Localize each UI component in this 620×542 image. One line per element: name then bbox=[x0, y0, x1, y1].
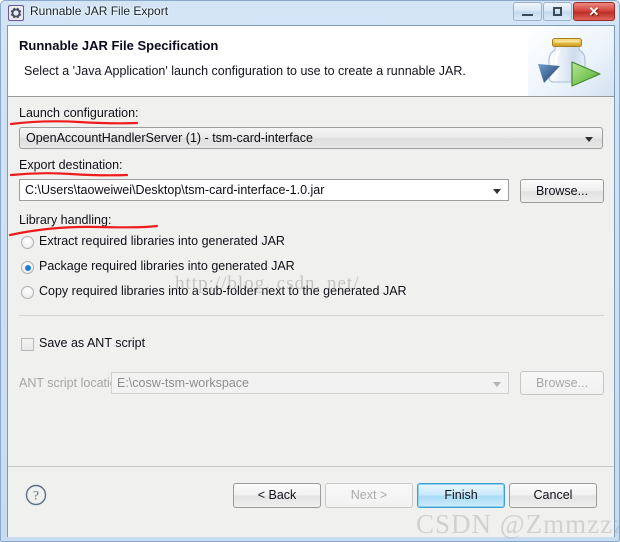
close-button[interactable]: ✕ bbox=[573, 2, 615, 21]
chevron-down-icon bbox=[493, 189, 501, 194]
window-title: Runnable JAR File Export bbox=[30, 4, 169, 18]
ant-script-location-combo: E:\cosw-tsm-workspace bbox=[111, 372, 509, 394]
back-button[interactable]: < Back bbox=[233, 483, 321, 508]
export-destination-label: Export destination: bbox=[19, 158, 123, 172]
radio-extract-libraries[interactable] bbox=[21, 236, 34, 249]
browse-ant-script-button: Browse... bbox=[520, 371, 604, 395]
wizard-header: Runnable JAR File Specification Select a… bbox=[8, 26, 614, 97]
export-destination-combo[interactable]: C:\Users\taoweiwei\Desktop\tsm-card-inte… bbox=[19, 179, 509, 201]
svg-text:?: ? bbox=[33, 488, 39, 503]
save-as-ant-label: Save as ANT script bbox=[39, 336, 146, 350]
page-description: Select a 'Java Application' launch confi… bbox=[24, 64, 466, 78]
chevron-down-icon bbox=[585, 137, 593, 142]
radio-copy-libraries[interactable] bbox=[21, 286, 34, 299]
dialog-window: Runnable JAR File Export ✕ Runnable JAR … bbox=[0, 0, 620, 542]
help-question-icon[interactable]: ? bbox=[25, 484, 47, 506]
launch-configuration-combo[interactable]: OpenAccountHandlerServer (1) - tsm-card-… bbox=[19, 127, 603, 149]
radio-package-libraries[interactable] bbox=[21, 261, 34, 274]
minimize-button[interactable] bbox=[513, 2, 542, 21]
wizard-body: Launch configuration: OpenAccountHandler… bbox=[8, 97, 614, 465]
radio-package-libraries-label: Package required libraries into generate… bbox=[39, 259, 295, 273]
finish-button[interactable]: Finish bbox=[417, 483, 505, 508]
launch-configuration-label: Launch configuration: bbox=[19, 106, 139, 120]
browse-destination-button[interactable]: Browse... bbox=[520, 179, 604, 203]
cancel-button[interactable]: Cancel bbox=[509, 483, 597, 508]
dialog-footer: ? < Back Next > Finish Cancel bbox=[8, 466, 614, 537]
jar-export-banner-icon bbox=[528, 26, 614, 96]
title-bar: Runnable JAR File Export ✕ bbox=[1, 1, 620, 25]
eclipse-gear-icon bbox=[8, 5, 24, 21]
maximize-restore-button[interactable] bbox=[543, 2, 572, 21]
radio-copy-libraries-label: Copy required libraries into a sub-folde… bbox=[39, 284, 407, 298]
export-destination-value: C:\Users\taoweiwei\Desktop\tsm-card-inte… bbox=[25, 183, 325, 197]
radio-extract-libraries-label: Extract required libraries into generate… bbox=[39, 234, 285, 248]
ant-script-location-value: E:\cosw-tsm-workspace bbox=[117, 376, 249, 390]
launch-configuration-value: OpenAccountHandlerServer (1) - tsm-card-… bbox=[26, 131, 313, 145]
section-divider bbox=[19, 315, 604, 316]
library-handling-label: Library handling: bbox=[19, 213, 112, 227]
save-as-ant-checkbox[interactable] bbox=[21, 338, 34, 351]
dialog-client-area: Runnable JAR File Specification Select a… bbox=[7, 25, 615, 537]
page-title: Runnable JAR File Specification bbox=[19, 38, 219, 53]
close-icon: ✕ bbox=[588, 4, 600, 19]
next-button: Next > bbox=[325, 483, 413, 508]
chevron-down-icon bbox=[493, 382, 501, 387]
